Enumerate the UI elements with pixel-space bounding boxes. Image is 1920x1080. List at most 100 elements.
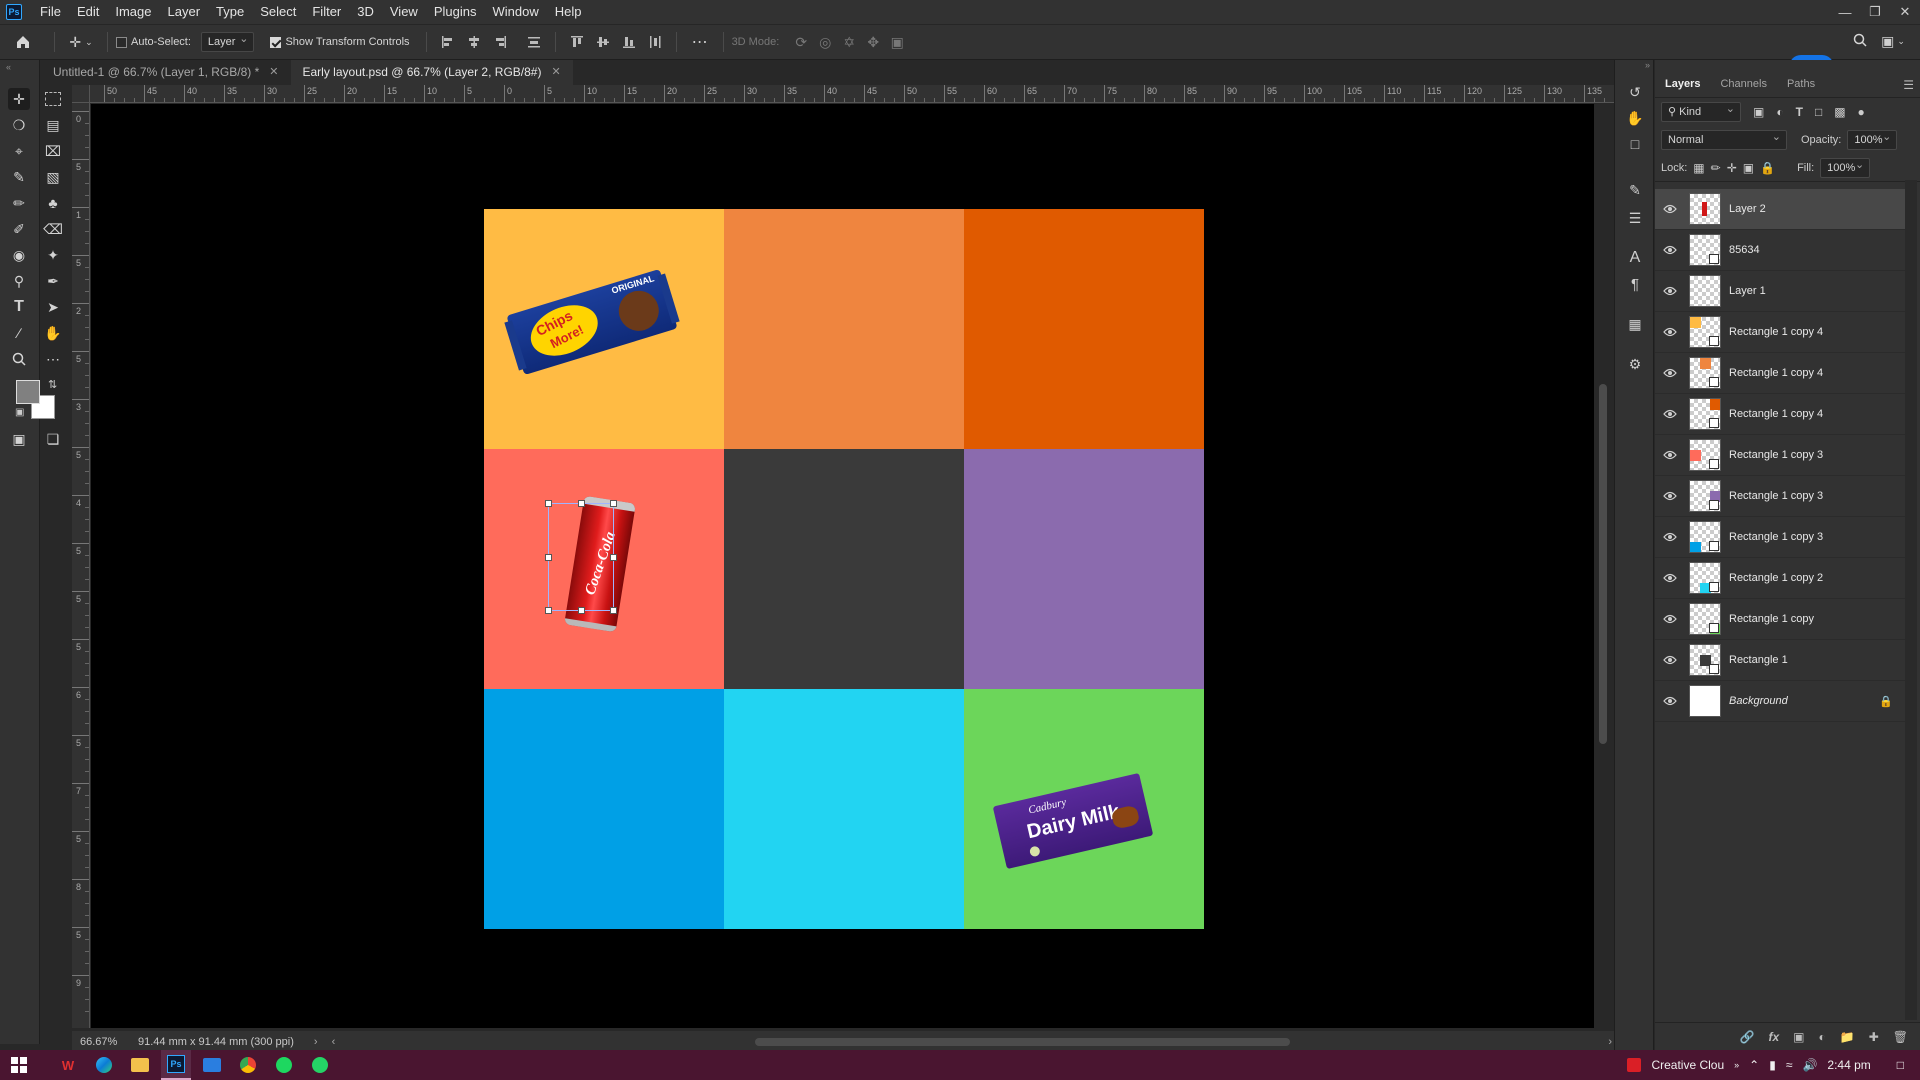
horizontal-ruler[interactable]: 50 45 40 35 30 25 20 15 10 5 0 5 10 15 20 25 30 35 40 45 50 5… bbox=[90, 85, 1614, 103]
layer-thumbnail[interactable] bbox=[1689, 644, 1721, 676]
object-select-tool-icon[interactable]: ▤ bbox=[42, 114, 64, 136]
filter-type-icon[interactable]: T bbox=[1796, 105, 1803, 119]
layer-thumbnail[interactable] bbox=[1689, 234, 1721, 266]
pen-tool-icon[interactable]: ✒ bbox=[42, 270, 64, 292]
layer-row[interactable]: Rectangle 1 copy 4 bbox=[1655, 312, 1905, 353]
visibility-eye-icon[interactable] bbox=[1655, 696, 1685, 706]
layer-thumbnail[interactable] bbox=[1689, 275, 1721, 307]
search-icon[interactable] bbox=[1850, 33, 1870, 47]
menu-filter[interactable]: Filter bbox=[304, 0, 349, 24]
pan-3d-icon[interactable]: ✡ bbox=[837, 34, 861, 51]
minimize-icon[interactable]: — bbox=[1830, 0, 1860, 24]
collapse-icon[interactable]: « bbox=[6, 62, 11, 72]
whatsapp-icon[interactable] bbox=[305, 1050, 335, 1080]
zoom-level[interactable]: 66.67% bbox=[80, 1036, 126, 1048]
overflow-chevron-icon[interactable]: » bbox=[1734, 1060, 1739, 1070]
lock-all-icon[interactable]: 🔒 bbox=[1760, 161, 1775, 175]
workspace-icon[interactable]: ▣ ⌄ bbox=[1878, 33, 1908, 50]
orbit-3d-icon[interactable]: ⟳ bbox=[789, 34, 813, 51]
path-selection-tool-icon[interactable]: ➤ bbox=[42, 296, 64, 318]
layer-row[interactable]: 85634 bbox=[1655, 230, 1905, 271]
tab-layers[interactable]: Layers bbox=[1655, 70, 1710, 98]
zoom-tool-icon[interactable] bbox=[8, 348, 30, 370]
visibility-eye-icon[interactable] bbox=[1655, 491, 1685, 501]
character-icon[interactable]: A bbox=[1624, 248, 1646, 268]
close-tab-icon[interactable]: ✕ bbox=[269, 60, 278, 85]
layer-row[interactable]: Rectangle 1 copy 4 bbox=[1655, 353, 1905, 394]
layer-thumbnail[interactable] bbox=[1689, 480, 1721, 512]
transform-handle[interactable] bbox=[578, 607, 585, 614]
menu-type[interactable]: Type bbox=[208, 0, 252, 24]
canvas[interactable]: Chips More! ORIGINAL Coca-Cola Cadbury D… bbox=[91, 104, 1594, 1028]
clock[interactable]: 2:44 pm bbox=[1827, 1058, 1870, 1072]
layer-row[interactable]: Rectangle 1 copy bbox=[1655, 599, 1905, 640]
distribute-vertical-icon[interactable] bbox=[527, 35, 541, 49]
line-tool-icon[interactable]: ∕ bbox=[8, 322, 30, 344]
healing-brush-tool-icon[interactable]: ▧ bbox=[42, 166, 64, 188]
tab-paths[interactable]: Paths bbox=[1777, 70, 1825, 98]
filter-smart-object-icon[interactable]: ▩ bbox=[1834, 105, 1845, 119]
visibility-eye-icon[interactable] bbox=[1655, 450, 1685, 460]
clone-stamp-tool-icon[interactable]: ♣ bbox=[42, 192, 64, 214]
blend-mode-dropdown[interactable]: Normal bbox=[1661, 128, 1787, 150]
background-lock-icon[interactable]: 🔒 bbox=[1879, 695, 1893, 708]
visibility-eye-icon[interactable] bbox=[1655, 204, 1685, 214]
more-tools-icon[interactable]: ⋯ bbox=[42, 348, 64, 370]
align-bottom-icon[interactable] bbox=[622, 35, 636, 49]
scroll-right-icon[interactable]: › bbox=[1608, 1036, 1612, 1048]
show-transform-checkbox[interactable] bbox=[270, 36, 282, 48]
transform-handle[interactable] bbox=[545, 607, 552, 614]
slide-3d-icon[interactable]: ✥ bbox=[861, 34, 885, 51]
filter-shape-icon[interactable]: □ bbox=[1815, 105, 1822, 119]
creative-cloud-label[interactable]: Creative Clou bbox=[1651, 1058, 1724, 1072]
menu-view[interactable]: View bbox=[382, 0, 426, 24]
auto-select-dropdown[interactable]: Layer bbox=[200, 30, 255, 52]
document-info[interactable]: 91.44 mm x 91.44 mm (300 ppi) bbox=[138, 1036, 294, 1048]
lock-artboard-icon[interactable]: ▣ bbox=[1743, 161, 1754, 175]
filter-pixel-icon[interactable]: ▣ bbox=[1753, 105, 1764, 119]
comments-icon[interactable]: □ bbox=[1624, 134, 1646, 154]
visibility-eye-icon[interactable] bbox=[1655, 614, 1685, 624]
tab-early-layout[interactable]: Early layout.psd @ 66.7% (Layer 2, RGB/8… bbox=[290, 60, 573, 85]
layer-row[interactable]: Layer 2 bbox=[1655, 189, 1905, 230]
camera-3d-icon[interactable]: ▣ bbox=[885, 34, 909, 51]
tab-channels[interactable]: Channels bbox=[1710, 70, 1776, 98]
visibility-eye-icon[interactable] bbox=[1655, 245, 1685, 255]
layer-thumbnail[interactable] bbox=[1689, 439, 1721, 471]
layer-row[interactable]: Layer 1 bbox=[1655, 271, 1905, 312]
align-top-icon[interactable] bbox=[570, 35, 584, 49]
vertical-ruler[interactable]: 0 5 1 5 2 5 3 5 4 5 5 5 6 5 7 5 8 5 9 bbox=[72, 103, 90, 1028]
distribute-horizontal-icon[interactable] bbox=[648, 35, 662, 49]
layer-thumbnail[interactable] bbox=[1689, 357, 1721, 389]
layer-thumbnail[interactable] bbox=[1689, 193, 1721, 225]
eraser-tool-icon[interactable]: ⌫ bbox=[42, 218, 64, 240]
menu-layer[interactable]: Layer bbox=[160, 0, 209, 24]
roll-3d-icon[interactable]: ◎ bbox=[813, 34, 837, 51]
home-icon[interactable] bbox=[0, 34, 46, 50]
link-layers-icon[interactable]: 🔗 bbox=[1740, 1030, 1755, 1044]
tab-untitled-1[interactable]: Untitled-1 @ 66.7% (Layer 1, RGB/8) * ✕ bbox=[41, 60, 291, 85]
crop-tool-icon[interactable]: ⌖ bbox=[8, 140, 30, 162]
scroll-thumb[interactable] bbox=[1599, 384, 1607, 744]
layer-row[interactable]: Rectangle 1 bbox=[1655, 640, 1905, 681]
dodge-tool-icon[interactable]: ⚲ bbox=[8, 270, 30, 292]
move-tool-icon[interactable]: ✛ bbox=[8, 88, 30, 110]
layer-row[interactable]: Background 🔒 bbox=[1655, 681, 1905, 722]
foreground-color-swatch[interactable] bbox=[16, 380, 40, 404]
table-icon[interactable]: ▦ bbox=[1624, 314, 1646, 334]
align-center-icon[interactable] bbox=[467, 35, 481, 49]
visibility-eye-icon[interactable] bbox=[1655, 409, 1685, 419]
type-tool-icon[interactable]: T bbox=[8, 296, 30, 318]
adjustments-icon[interactable]: ⚙ bbox=[1624, 354, 1646, 374]
layer-row[interactable]: Rectangle 1 copy 2 bbox=[1655, 558, 1905, 599]
canvas-horizontal-scrollbar[interactable] bbox=[390, 1037, 1660, 1047]
new-group-icon[interactable]: 📁 bbox=[1840, 1030, 1855, 1044]
plugins-icon[interactable]: ✋ bbox=[1624, 108, 1646, 128]
ruler-origin[interactable] bbox=[72, 85, 90, 103]
visibility-eye-icon[interactable] bbox=[1655, 368, 1685, 378]
paint-bucket-tool-icon[interactable]: ◉ bbox=[8, 244, 30, 266]
layer-row[interactable]: Rectangle 1 copy 3 bbox=[1655, 517, 1905, 558]
battery-icon[interactable]: ▮ bbox=[1769, 1058, 1776, 1072]
creative-cloud-icon[interactable] bbox=[1627, 1058, 1642, 1072]
wifi-icon[interactable]: ≈ bbox=[1786, 1058, 1793, 1072]
